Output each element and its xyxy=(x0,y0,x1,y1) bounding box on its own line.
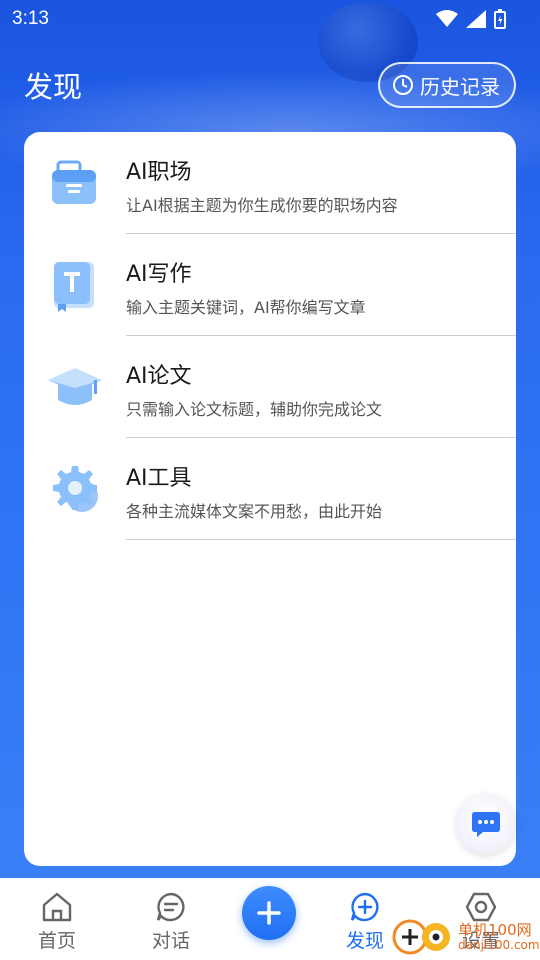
watermark-line1: 单机100网 xyxy=(458,921,532,940)
book-t-icon xyxy=(54,262,94,312)
briefcase-icon xyxy=(52,160,96,204)
graduation-cap-icon xyxy=(48,368,102,405)
nav-label-discover: 发现 xyxy=(345,930,384,952)
status-bar: 3:13 xyxy=(0,0,540,38)
watermark-mascot-icon xyxy=(392,919,450,955)
item-title: AI职场 xyxy=(126,160,192,185)
nav-label-chat: 对话 xyxy=(151,930,190,952)
history-button-label: 历史记录 xyxy=(420,74,500,99)
feature-list-card: AI职场 让AI根据主题为你生成你要的职场内容 AI写作 输入主题关键词，AI帮… xyxy=(24,132,516,866)
battery-icon xyxy=(494,9,506,29)
page-title: 发现 xyxy=(24,70,83,104)
item-title: AI论文 xyxy=(126,364,192,389)
item-description: 各种主流媒体文案不用愁，由此开始 xyxy=(126,502,383,521)
header: 发现 历史记录 xyxy=(0,58,540,112)
item-title: AI工具 xyxy=(126,466,192,491)
home-icon xyxy=(42,892,72,922)
chat-icon xyxy=(156,892,185,922)
status-time: 3:13 xyxy=(12,8,49,29)
chat-float-button[interactable] xyxy=(456,794,516,854)
item-description: 只需输入论文标题，辅助你完成论文 xyxy=(126,400,383,419)
list-item-ai-writing[interactable]: AI写作 输入主题关键词，AI帮你编写文章 xyxy=(24,234,516,336)
history-button[interactable]: 历史记录 xyxy=(378,62,516,108)
clock-icon xyxy=(393,75,413,95)
list-item-ai-tools[interactable]: AI工具 各种主流媒体文案不用愁，由此开始 xyxy=(24,438,516,540)
add-button[interactable] xyxy=(242,886,296,940)
divider xyxy=(126,539,516,540)
nav-label-home: 首页 xyxy=(37,930,76,952)
watermark-line2: danji100.com xyxy=(458,937,540,952)
list-item-ai-workplace[interactable]: AI职场 让AI根据主题为你生成你要的职场内容 xyxy=(24,132,516,234)
nav-home[interactable]: 首页 xyxy=(12,878,102,960)
signal-icon xyxy=(466,10,486,28)
list-item-ai-thesis[interactable]: AI论文 只需输入论文标题，辅助你完成论文 xyxy=(24,336,516,438)
watermark-logo: 单机100网 danji100.com xyxy=(392,914,540,960)
gear-icon xyxy=(53,466,98,512)
discover-plus-icon xyxy=(350,892,379,922)
wifi-icon xyxy=(436,10,458,27)
item-description: 让AI根据主题为你生成你要的职场内容 xyxy=(126,196,398,215)
item-description: 输入主题关键词，AI帮你编写文章 xyxy=(126,298,366,317)
plus-icon xyxy=(257,901,281,925)
nav-chat[interactable]: 对话 xyxy=(126,878,216,960)
chat-bubble-icon xyxy=(472,812,500,837)
item-title: AI写作 xyxy=(126,262,192,287)
